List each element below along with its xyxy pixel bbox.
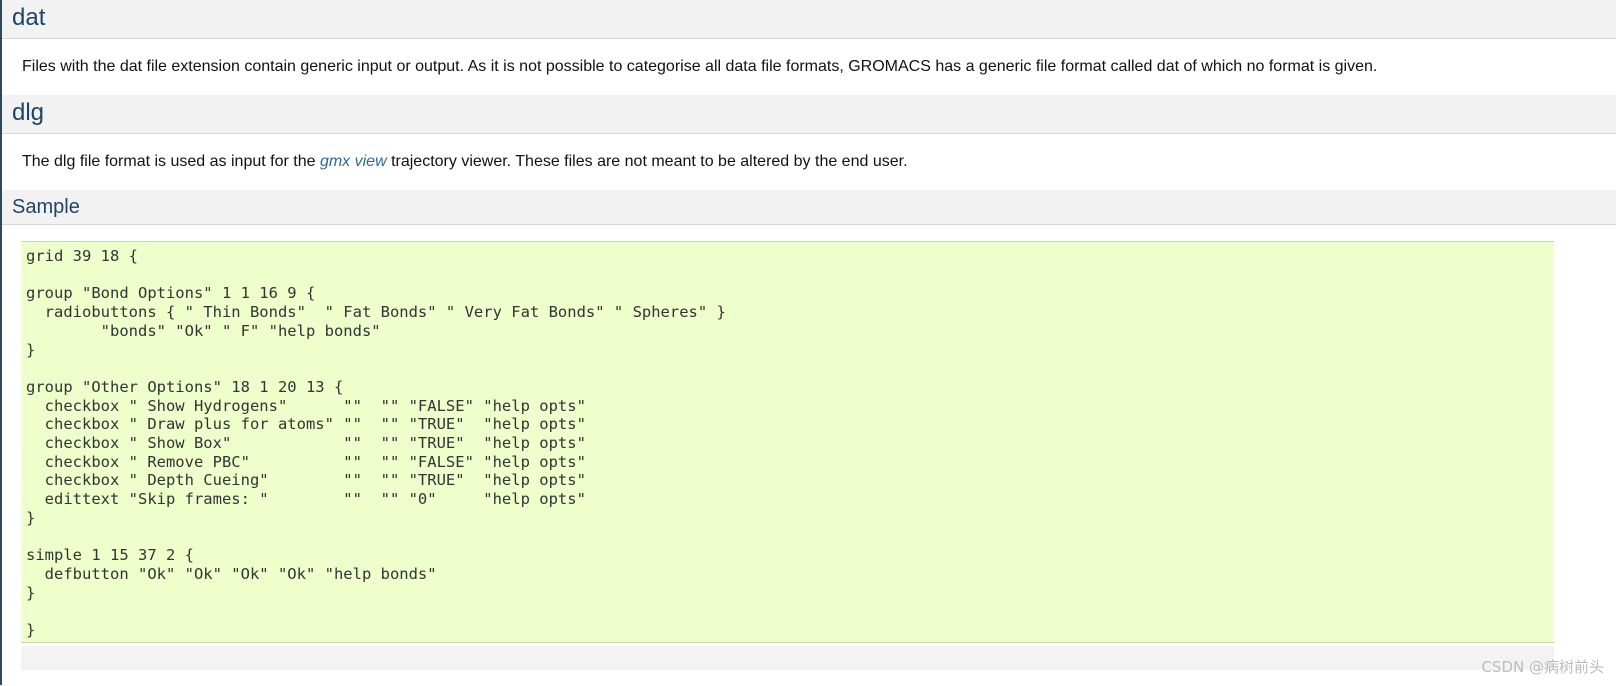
dlg-description-paragraph: The dlg file format is used as input for… bbox=[2, 134, 1616, 190]
sample-code-area: grid 39 18 { group "Bond Options" 1 1 16… bbox=[2, 225, 1616, 686]
section-header-dat: dat bbox=[2, 0, 1616, 39]
dat-description-paragraph: Files with the dat file extension contai… bbox=[2, 39, 1616, 95]
code-block-bottom-strip bbox=[21, 646, 1554, 670]
gmx-view-link[interactable]: gmx view bbox=[320, 153, 387, 170]
section-title-dat: dat bbox=[12, 4, 46, 31]
dlg-description-text-after: trajectory viewer. These files are not m… bbox=[386, 153, 908, 170]
subsection-title-sample: Sample bbox=[12, 196, 80, 218]
csdn-watermark: CSDN @病树前头 bbox=[1481, 658, 1604, 676]
section-title-dlg: dlg bbox=[12, 99, 45, 126]
dat-description-text: Files with the dat file extension contai… bbox=[22, 58, 1378, 75]
subsection-header-sample: Sample bbox=[2, 190, 1616, 225]
section-header-dlg: dlg bbox=[2, 95, 1616, 134]
sample-code-block[interactable]: grid 39 18 { group "Bond Options" 1 1 16… bbox=[21, 241, 1554, 643]
dlg-description-text-before: The dlg file format is used as input for… bbox=[22, 153, 320, 170]
